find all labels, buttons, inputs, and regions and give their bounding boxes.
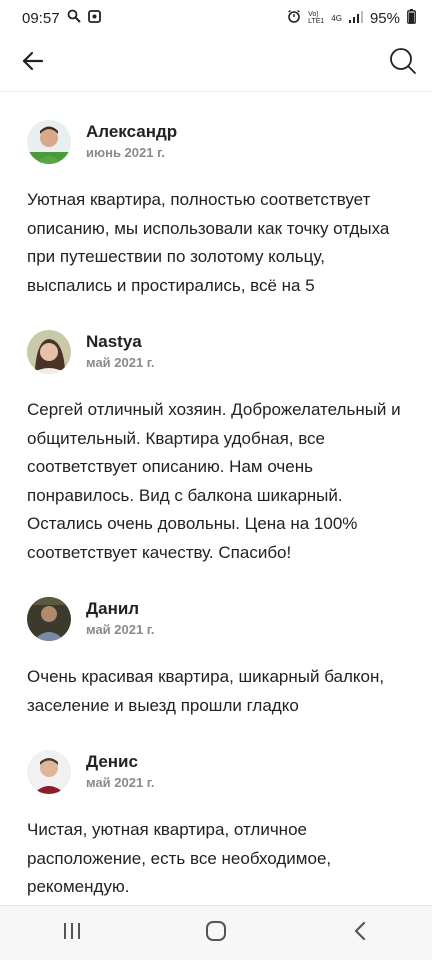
battery-percent: 95%: [369, 9, 400, 27]
review-date: июнь 2021 г.: [86, 145, 165, 160]
screenshot-icon: [87, 9, 101, 27]
review-item: Денис май 2021 г. Чистая, уютная квартир…: [0, 720, 432, 902]
recents-icon: [62, 922, 82, 945]
arrow-left-icon: [22, 51, 44, 76]
home-button[interactable]: [201, 918, 231, 948]
review-author: Nastya: [86, 332, 142, 351]
back-chevron-icon: [353, 921, 367, 946]
review-text: Сергей отличный хозяин. Доброжелательный…: [27, 400, 401, 562]
status-time: 09:57: [22, 9, 60, 27]
alarm-icon: [287, 9, 301, 27]
review-header: Данил май 2021 г.: [27, 589, 405, 649]
reviews-list: Александр июнь 2021 г. Уютная квартира, …: [0, 92, 432, 902]
review-date: май 2021 г.: [86, 355, 155, 370]
volte-indicator: Vo) LTE1: [308, 11, 325, 25]
review-author: Данил: [86, 599, 140, 618]
review-text: Очень красивая квартира, шикарный балкон…: [27, 667, 385, 715]
network-type: 4G: [331, 13, 342, 23]
signal-icon: [348, 10, 363, 27]
avatar[interactable]: [27, 330, 71, 374]
review-text: Уютная квартира, полностью соответствует…: [27, 190, 390, 295]
search-icon: [389, 47, 417, 80]
nav-back-button[interactable]: [345, 918, 375, 948]
review-header: Nastya май 2021 г.: [27, 322, 405, 382]
avatar[interactable]: [27, 597, 71, 641]
app-bar: [0, 36, 432, 92]
review-item: Данил май 2021 г. Очень красивая квартир…: [0, 567, 432, 720]
battery-icon: [407, 8, 416, 28]
review-item: Nastya май 2021 г. Сергей отличный хозяи…: [0, 300, 432, 567]
search-button[interactable]: [388, 47, 418, 80]
back-button[interactable]: [18, 49, 48, 79]
recents-button[interactable]: [57, 918, 87, 948]
review-header: Денис май 2021 г.: [27, 742, 405, 802]
review-text: Чистая, уютная квартира, отличное распол…: [27, 820, 332, 896]
review-header: Александр июнь 2021 г.: [27, 112, 405, 172]
search-icon-small: [67, 9, 81, 27]
review-author: Денис: [86, 752, 138, 771]
status-bar: 09:57 Vo) LTE1 4G 95%: [0, 0, 432, 36]
system-nav-bar: [0, 905, 432, 960]
avatar[interactable]: [27, 120, 71, 164]
review-date: май 2021 г.: [86, 775, 155, 790]
avatar[interactable]: [27, 750, 71, 794]
review-author: Александр: [86, 122, 178, 141]
review-date: май 2021 г.: [86, 622, 155, 637]
home-icon: [205, 920, 227, 947]
review-item: Александр июнь 2021 г. Уютная квартира, …: [0, 92, 432, 300]
